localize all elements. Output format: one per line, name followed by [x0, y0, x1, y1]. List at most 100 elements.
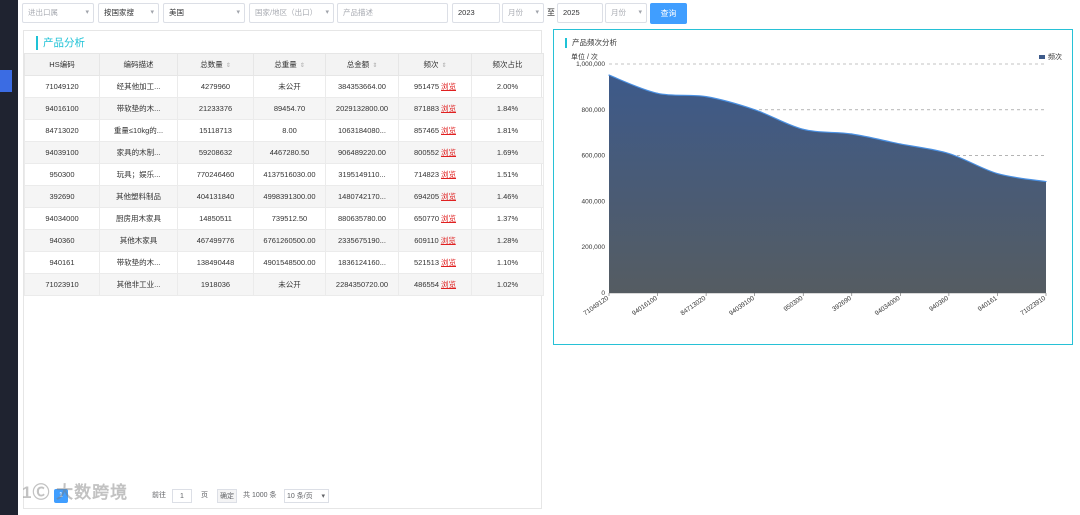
table-row: 94034000 厨房用木家具 14850511 739512.50 880635780…	[24, 207, 544, 230]
browse-link[interactable]: 浏览	[441, 214, 456, 223]
product-desc-input[interactable]: 产品描述	[337, 3, 448, 23]
data-point	[656, 92, 659, 94]
goto-page-input[interactable]: 1	[172, 489, 192, 503]
col-header-amount[interactable]: 总金额 ⇕	[325, 53, 399, 76]
browse-link[interactable]: 浏览	[441, 82, 456, 91]
browse-link[interactable]: 浏览	[441, 258, 456, 267]
cell-qty: 770246460	[177, 163, 254, 186]
cell-value: 906489220.00	[338, 148, 386, 157]
chevron-down-icon: ▾	[150, 9, 154, 16]
cell-desc: 其他木家具	[99, 229, 178, 252]
cell-value: 4279960	[200, 82, 231, 91]
cell-desc: 重量≤10kg的...	[99, 119, 178, 142]
cell-freq: 650770 浏览	[398, 207, 472, 230]
browse-link[interactable]: 浏览	[441, 148, 456, 157]
data-point	[948, 152, 950, 155]
dimension-select[interactable]: 按国家搜 ▾	[98, 3, 159, 23]
cell-qty: 15118713	[177, 119, 254, 142]
sort-icon[interactable]: ⇕	[372, 63, 377, 69]
cell-amount: 2284350720.00	[325, 273, 399, 296]
data-point	[996, 172, 999, 175]
region-select[interactable]: 国家/地区（出口） ▾	[249, 3, 334, 23]
main-content: 进出口属 ▾ 按国家搜 ▾ 美国 ▾ 国家/地区（出口） ▾ 产品描述 2023 月份 ▾…	[18, 0, 1080, 515]
cell-hs: 94034000	[24, 207, 100, 230]
col-header-hs: HS编码	[24, 53, 100, 76]
chevron-down-icon: ▾	[85, 9, 89, 16]
cell-weight: 未公开	[253, 273, 326, 296]
cell-value: 1480742170...	[338, 192, 386, 201]
cell-amount: 3195149110...	[325, 163, 399, 186]
browse-link[interactable]: 浏览	[441, 236, 456, 245]
browse-link[interactable]: 浏览	[441, 192, 456, 201]
cell-desc: 家具的木制...	[99, 141, 178, 164]
cell-value: 940360	[49, 236, 75, 245]
col-header-freq[interactable]: 频次 ⇕	[398, 53, 472, 76]
cell-value: 6761260500.00	[263, 236, 316, 245]
x-tick-label: 940161	[977, 295, 999, 313]
sort-icon[interactable]: ⇕	[300, 63, 305, 69]
cell-ratio: 1.46%	[471, 185, 544, 208]
chevron-down-icon: ▾	[236, 9, 240, 16]
goto-confirm-button[interactable]: 确定	[217, 489, 237, 503]
y-tick-label: 200,000	[582, 244, 606, 251]
table-row: 950300 玩具；娱乐... 770246460 4137516030.00 3195…	[24, 163, 544, 186]
cell-value: 带软垫的木...	[116, 104, 161, 113]
table-row: 94016100 带软垫的木... 21233376 89454.70 20291328…	[24, 97, 544, 120]
country-select[interactable]: 美国 ▾	[163, 3, 245, 23]
cell-ratio: 1.51%	[471, 163, 544, 186]
cell-value: 2.00%	[496, 82, 519, 91]
browse-link[interactable]: 浏览	[441, 170, 456, 179]
x-tick-label: 94039100	[728, 295, 756, 318]
goto-prefix: 前往	[152, 492, 166, 499]
cell-value: 694205	[413, 192, 440, 201]
cell-weight: 89454.70	[253, 97, 326, 120]
cell-value: 3195149110...	[338, 170, 386, 179]
product-analysis-panel: 产品分析 HS编码 编码描述 总数量 ⇕ 总重量 ⇕ 总金额 ⇕ 频次 ⇕ 频次占比 7…	[23, 30, 544, 509]
trade-type-select[interactable]: 进出口属 ▾	[22, 3, 94, 23]
page-size-select[interactable]: 10 条/页 ▾	[284, 489, 329, 503]
cell-amount: 906489220.00	[325, 141, 399, 164]
cell-desc: 其他塑料制品	[99, 185, 178, 208]
cell-weight: 6761260500.00	[253, 229, 326, 252]
filter-toolbar: 进出口属 ▾ 按国家搜 ▾ 美国 ▾ 国家/地区（出口） ▾ 产品描述 2023 月份 ▾…	[22, 3, 722, 24]
x-tick-label: 940360	[928, 295, 950, 313]
cell-value: 857465	[413, 126, 440, 135]
chevron-down-icon: ▾	[321, 493, 325, 500]
browse-link[interactable]: 浏览	[441, 126, 456, 135]
cell-value: 2284350720.00	[335, 280, 389, 289]
table-row: 71023910 其他非工业... 1918036 未公开 2284350720.00 4…	[24, 273, 544, 296]
data-point	[608, 74, 610, 76]
data-point	[1045, 180, 1047, 183]
cell-value: 1.51%	[496, 170, 519, 179]
watermark-logo: 1Ⓒ 大数跨境	[22, 483, 129, 502]
cell-value: 2335675190...	[338, 236, 386, 245]
y-tick-label: 400,000	[582, 198, 606, 205]
cell-value: 714823	[413, 170, 440, 179]
cell-value: 392690	[49, 192, 75, 201]
cell-weight: 4901548500.00	[253, 251, 326, 274]
end-month-select[interactable]: 月份 ▾	[605, 3, 647, 23]
col-header-qty[interactable]: 总数量 ⇕	[177, 53, 254, 76]
end-year-value: 2025	[563, 8, 580, 17]
start-year-input[interactable]: 2023	[452, 3, 500, 23]
browse-link[interactable]: 浏览	[441, 280, 456, 289]
cell-value: 21233376	[198, 104, 233, 113]
sidebar-active-item[interactable]	[0, 70, 12, 92]
sort-icon[interactable]: ⇕	[226, 63, 231, 69]
start-month-select[interactable]: 月份 ▾	[502, 3, 544, 23]
cell-value: 71023910	[45, 280, 79, 289]
browse-link[interactable]: 浏览	[441, 104, 456, 113]
cell-value: 重量≤10kg的...	[113, 126, 164, 135]
col-header-label: 频次占比	[492, 60, 523, 69]
panel-title: 产品分析	[36, 36, 85, 50]
col-header-label: 频次	[423, 60, 439, 69]
cell-ratio: 1.28%	[471, 229, 544, 252]
query-button[interactable]: 查询	[650, 3, 687, 24]
col-header-weight[interactable]: 总重量 ⇕	[253, 53, 326, 76]
cell-freq: 486554 浏览	[398, 273, 472, 296]
end-year-input[interactable]: 2025	[557, 3, 603, 23]
cell-value: 1836124160...	[338, 258, 386, 267]
sort-icon[interactable]: ⇕	[441, 63, 446, 69]
cell-qty: 138490448	[177, 251, 254, 274]
cell-freq: 857465 浏览	[398, 119, 472, 142]
